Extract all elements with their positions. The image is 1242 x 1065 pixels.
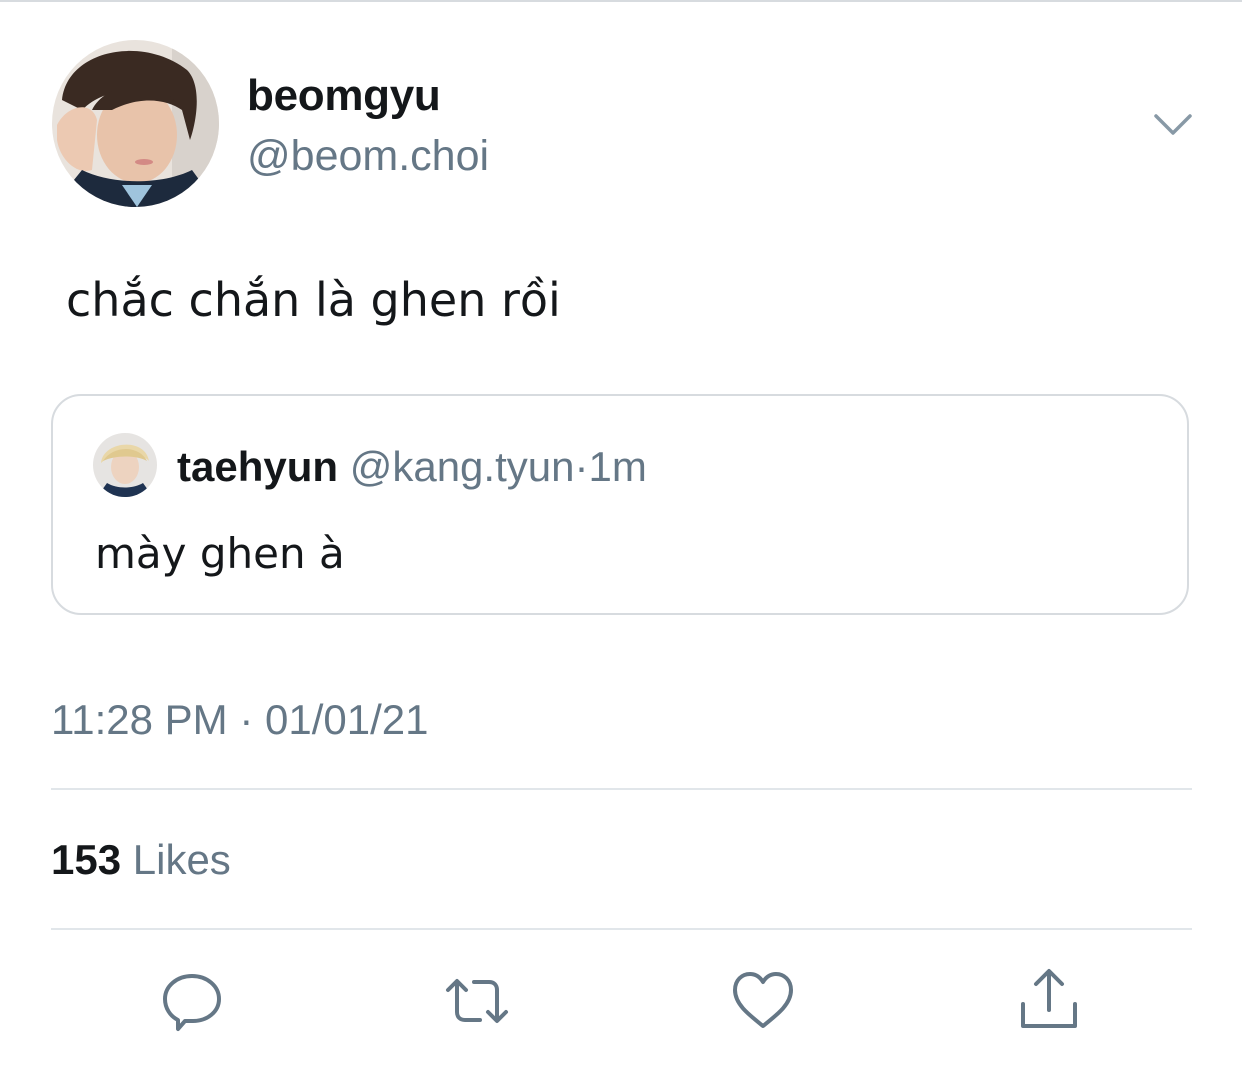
share-button[interactable] xyxy=(1014,966,1084,1036)
top-border xyxy=(0,0,1242,2)
quoted-tweet-header: taehyun @kang.tyun·1m xyxy=(177,441,647,493)
retweet-button[interactable] xyxy=(442,966,512,1036)
quoted-separator: · xyxy=(574,443,589,490)
tweet-timestamp[interactable]: 11:28 PM · 01/01/21 xyxy=(51,694,428,746)
chevron-down-icon[interactable] xyxy=(1150,106,1196,142)
speech-bubble-icon xyxy=(163,974,221,1031)
avatar-photo xyxy=(52,40,219,207)
quoted-avatar-photo xyxy=(93,433,157,497)
quoted-author-name[interactable]: taehyun xyxy=(177,443,338,490)
author-display-name[interactable]: beomgyu xyxy=(247,70,441,122)
divider xyxy=(51,928,1192,930)
reply-button[interactable] xyxy=(157,966,227,1036)
share-upload-icon xyxy=(1021,969,1077,1028)
heart-icon xyxy=(733,972,793,1028)
quoted-author-handle[interactable]: @kang.tyun xyxy=(350,443,575,490)
retweet-arrows-icon xyxy=(446,979,508,1023)
author-handle[interactable]: @beom.choi xyxy=(247,130,489,182)
tweet-text: chắc chắn là ghen rồi xyxy=(66,273,561,327)
like-button[interactable] xyxy=(728,966,798,1036)
likes-count: 153 xyxy=(51,836,122,883)
quoted-author-avatar[interactable] xyxy=(93,433,157,497)
likes-label: Likes xyxy=(132,836,231,883)
quoted-tweet-text: mày ghen à xyxy=(95,529,345,578)
author-avatar[interactable] xyxy=(52,40,219,207)
likes-summary[interactable]: 153 Likes xyxy=(51,834,231,886)
quoted-tweet-time: 1m xyxy=(588,443,647,490)
divider xyxy=(51,788,1192,790)
